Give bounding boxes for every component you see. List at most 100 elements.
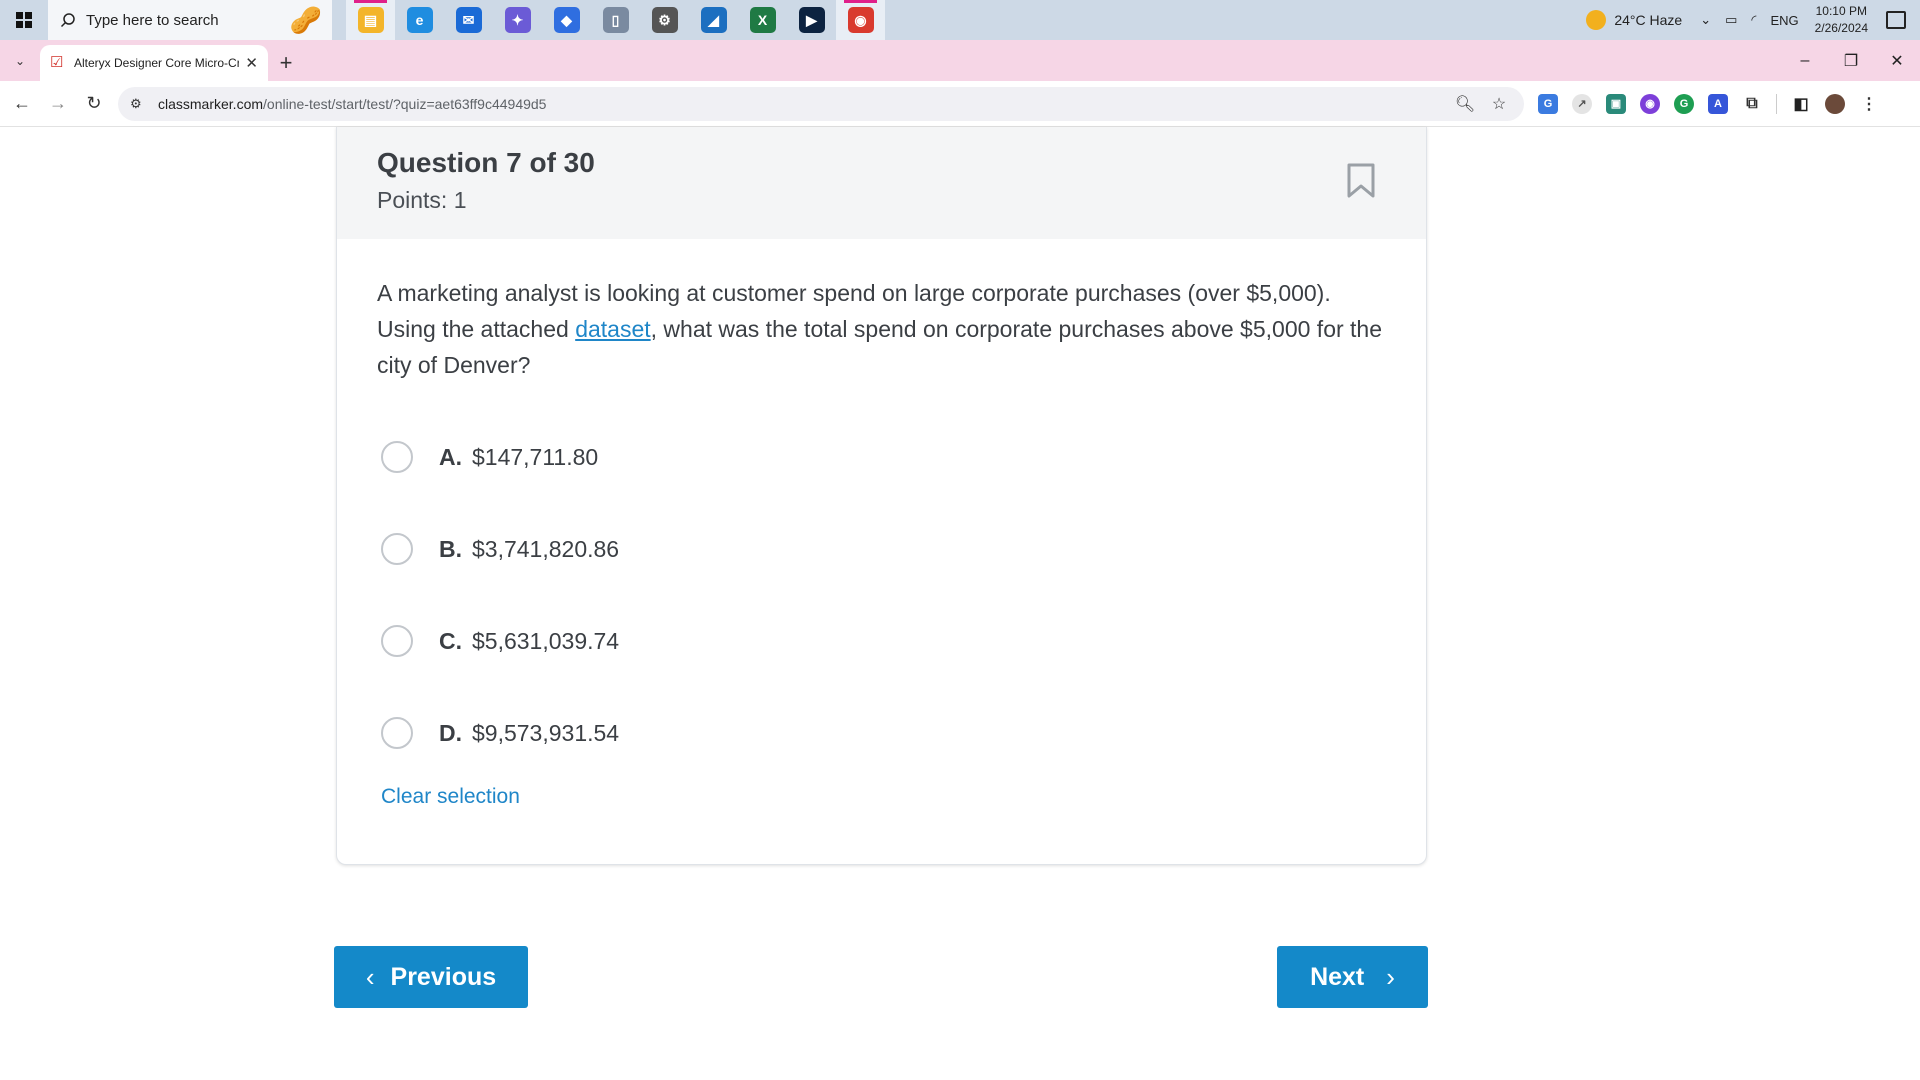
purple-extension-icon[interactable]: ◉ bbox=[1640, 93, 1660, 114]
address-url[interactable]: classmarker.com/online-test/start/test/?… bbox=[158, 96, 1444, 112]
diamond-app-icon: ◆ bbox=[553, 7, 580, 33]
close-window-icon[interactable]: ✕ bbox=[1874, 40, 1920, 81]
chevron-right-icon: › bbox=[1386, 961, 1395, 992]
windows-taskbar: Type here to search 🥜 ▤ e ✉ ✦ ◆ ▯ ⚙ ◢ X ▶ ◉ 24°C H… bbox=[0, 0, 1920, 40]
taskbar-app-0[interactable]: ▤ bbox=[346, 0, 395, 40]
taskbar-app-3[interactable]: ✦ bbox=[493, 0, 542, 40]
previous-button-label: Previous bbox=[390, 962, 497, 991]
notification-center-icon[interactable] bbox=[1886, 11, 1906, 29]
question-card: Question 7 of 30 Points: 1 A marketing a… bbox=[336, 127, 1427, 865]
option-value: $9,573,931.54 bbox=[472, 719, 620, 746]
settings-icon: ⚙ bbox=[651, 7, 678, 33]
option-value: $3,741,820.86 bbox=[472, 535, 620, 562]
chrome-icon: ◉ bbox=[847, 7, 874, 33]
previous-button[interactable]: ‹ Previous bbox=[334, 946, 528, 1008]
url-path: /online-test/start/test/?quiz=aet63ff9c4… bbox=[263, 95, 547, 112]
more-menu-icon[interactable]: ⋮ bbox=[1859, 93, 1879, 114]
minimize-icon[interactable]: – bbox=[1782, 40, 1828, 81]
clock-date: 2/26/2024 bbox=[1814, 21, 1868, 35]
question-header: Question 7 of 30 Points: 1 bbox=[337, 127, 1426, 239]
taskbar-app-8[interactable]: X bbox=[738, 0, 787, 40]
chevron-left-icon: ‹ bbox=[365, 961, 375, 992]
restore-icon[interactable]: ❐ bbox=[1828, 40, 1874, 81]
extensions-area: G ↗ ▣ ◉ G A ⧉ ◧ ⋮ bbox=[1538, 93, 1879, 114]
question-text: A marketing analyst is looking at custom… bbox=[377, 275, 1386, 383]
tab-title: Alteryx Designer Core Micro-Cr bbox=[74, 56, 240, 70]
taskbar-clock[interactable]: 10:10 PM 2/26/2024 bbox=[1815, 3, 1868, 37]
active-app-indicator bbox=[354, 0, 387, 3]
taskbar-app-1[interactable]: e bbox=[395, 0, 444, 40]
grammarly-extension-icon[interactable]: G bbox=[1674, 93, 1694, 114]
site-info-icon[interactable]: ⚙ bbox=[130, 96, 148, 112]
windows-logo-icon bbox=[16, 12, 32, 28]
side-panel-icon[interactable]: ◧ bbox=[1791, 93, 1811, 114]
battery-icon[interactable]: ▭ bbox=[1725, 12, 1737, 28]
answer-option[interactable]: C. $5,631,039.74 bbox=[381, 595, 1386, 687]
taskbar-search-placeholder: Type here to search bbox=[86, 11, 219, 29]
radio-button[interactable] bbox=[381, 533, 413, 565]
edge-icon: e bbox=[406, 7, 433, 33]
new-tab-button[interactable]: + bbox=[268, 45, 304, 81]
save-extension-icon[interactable]: ▣ bbox=[1606, 93, 1626, 114]
weather-widget[interactable]: 24°C Haze bbox=[1586, 10, 1682, 30]
toolbar-separator bbox=[1776, 93, 1777, 114]
option-letter: C. bbox=[439, 627, 462, 654]
weather-text: 24°C Haze bbox=[1614, 12, 1683, 28]
language-indicator[interactable]: ENG bbox=[1770, 13, 1798, 28]
option-value: $5,631,039.74 bbox=[472, 627, 620, 654]
taskbar-app-9[interactable]: ▶ bbox=[787, 0, 836, 40]
search-highlight-illustration-icon: 🥜 bbox=[289, 5, 322, 35]
blue-extension-icon[interactable]: A bbox=[1708, 93, 1728, 114]
reload-icon[interactable]: ↻ bbox=[76, 86, 112, 122]
next-button[interactable]: Next › bbox=[1277, 946, 1428, 1008]
address-bar[interactable]: ⚙ classmarker.com/online-test/start/test… bbox=[118, 86, 1524, 121]
taskbar-pinned-apps: ▤ e ✉ ✦ ◆ ▯ ⚙ ◢ X ▶ ◉ bbox=[346, 0, 885, 40]
translate-extension-icon[interactable]: G bbox=[1538, 93, 1558, 114]
active-app-indicator bbox=[844, 0, 877, 3]
option-value: $147,711.80 bbox=[472, 443, 599, 470]
answer-option[interactable]: A. $147,711.80 bbox=[381, 411, 1386, 503]
taskbar-search-box[interactable]: Type here to search 🥜 bbox=[48, 0, 332, 40]
radio-button[interactable] bbox=[381, 625, 413, 657]
analytics-extension-icon[interactable]: ↗ bbox=[1572, 93, 1592, 114]
option-letter: B. bbox=[439, 535, 462, 562]
copilot-icon: ✦ bbox=[504, 7, 531, 33]
radio-button[interactable] bbox=[381, 717, 413, 749]
next-button-label: Next bbox=[1310, 962, 1365, 991]
back-arrow-icon[interactable]: ← bbox=[4, 86, 40, 122]
document-app-icon: ▯ bbox=[602, 7, 629, 33]
clear-selection-link[interactable]: Clear selection bbox=[381, 785, 520, 809]
clock-time: 10:10 PM bbox=[1815, 4, 1867, 18]
quiz-page: Question 7 of 30 Points: 1 A marketing a… bbox=[0, 127, 1920, 1080]
chevron-up-icon[interactable]: ⌄ bbox=[1700, 12, 1711, 28]
file-explorer-icon: ▤ bbox=[357, 7, 384, 33]
system-tray: 24°C Haze ⌄ ▭ ◜ ENG 10:10 PM 2/26/2024 bbox=[1586, 0, 1920, 40]
zoom-icon[interactable]: 🔍︎ bbox=[1452, 94, 1478, 114]
browser-tab-active[interactable]: ☑ Alteryx Designer Core Micro-Cr ✕ bbox=[40, 45, 268, 81]
answer-option[interactable]: B. $3,741,820.86 bbox=[381, 503, 1386, 595]
dataset-link[interactable]: dataset bbox=[575, 316, 650, 342]
taskbar-app-4[interactable]: ◆ bbox=[542, 0, 591, 40]
taskbar-app-6[interactable]: ⚙ bbox=[640, 0, 689, 40]
bookmark-icon[interactable] bbox=[1346, 163, 1376, 199]
taskbar-app-2[interactable]: ✉ bbox=[444, 0, 493, 40]
close-tab-icon[interactable]: ✕ bbox=[245, 54, 258, 72]
window-controls: – ❐ ✕ bbox=[1782, 40, 1920, 81]
wifi-icon[interactable]: ◜ bbox=[1751, 12, 1756, 28]
search-icon bbox=[60, 13, 75, 28]
photos-app-icon: ◢ bbox=[700, 7, 727, 33]
radio-button[interactable] bbox=[381, 441, 413, 473]
mail-icon: ✉ bbox=[455, 7, 482, 33]
puzzle-extensions-icon[interactable]: ⧉ bbox=[1742, 93, 1762, 114]
taskbar-app-10[interactable]: ◉ bbox=[836, 0, 885, 40]
option-letter: A. bbox=[439, 443, 462, 470]
bookmark-star-icon[interactable]: ☆ bbox=[1486, 94, 1512, 114]
profile-avatar[interactable] bbox=[1825, 93, 1845, 114]
classmarker-favicon-icon: ☑ bbox=[50, 54, 64, 71]
windows-start-button[interactable] bbox=[0, 0, 48, 40]
taskbar-app-5[interactable]: ▯ bbox=[591, 0, 640, 40]
forward-arrow-icon[interactable]: → bbox=[40, 86, 76, 122]
tab-search-chevron-icon[interactable]: ⌄ bbox=[0, 40, 40, 81]
taskbar-app-7[interactable]: ◢ bbox=[689, 0, 738, 40]
answer-option[interactable]: D. $9,573,931.54 bbox=[381, 687, 1386, 779]
